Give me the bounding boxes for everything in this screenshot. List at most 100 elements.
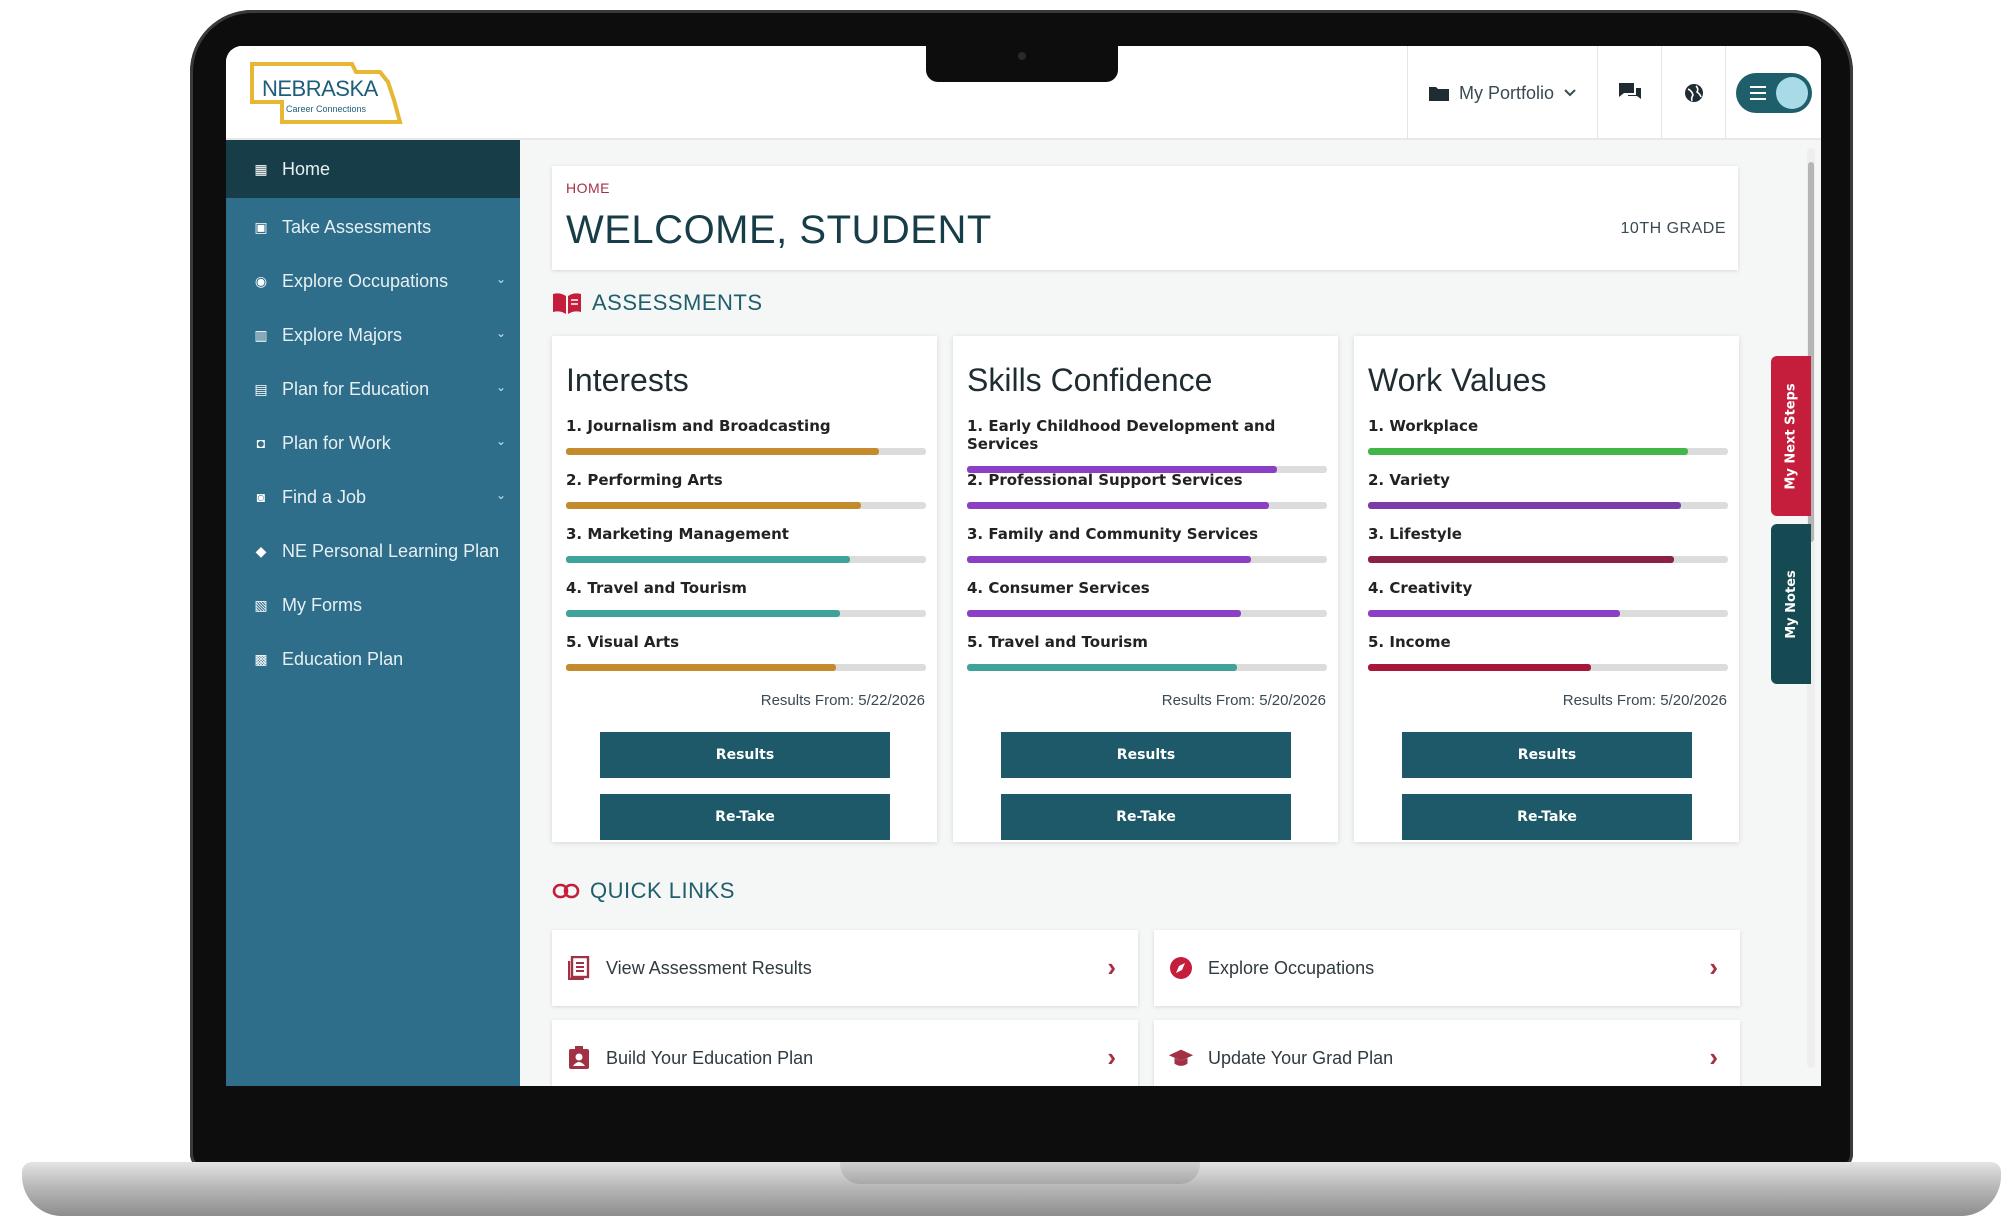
logo-text: NEBRASKA <box>262 76 378 101</box>
link-icon <box>552 883 580 899</box>
sidebar-item-take-assessments[interactable]: ▣ Take Assessments <box>226 200 520 254</box>
results-date: Results From: 5/22/2026 <box>760 692 925 709</box>
card-title: Skills Confidence <box>967 362 1213 398</box>
quick-link-build-education-plan[interactable]: Build Your Education Plan › <box>552 1020 1138 1086</box>
screen: NEBRASKA Career Connections My Portfolio <box>226 46 1821 1086</box>
rank-row: 2. Professional Support Services <box>967 471 1327 525</box>
progress-fill <box>566 664 836 671</box>
sidebar-item-label: Take Assessments <box>282 216 432 237</box>
my-notes-tab[interactable]: My Notes <box>1771 524 1811 684</box>
sidebar-item-find-a-job[interactable]: ◙ Find a Job ⌄ <box>226 470 520 524</box>
assessment-cards: Interests 1. Journalism and Broadcasting… <box>552 336 1740 842</box>
assessment-card-skills-confidence: Skills Confidence 1. Early Childhood Dev… <box>953 336 1338 842</box>
card-title: Work Values <box>1368 362 1547 398</box>
rank-label: 5. Travel and Tourism <box>967 633 1148 651</box>
sidebar-item-label: NE Personal Learning Plan <box>282 540 500 561</box>
rank-label: 5. Visual Arts <box>566 633 680 651</box>
sidebar-item-label: Find a Job <box>282 486 367 507</box>
rank-label: 4. Creativity <box>1368 579 1473 597</box>
messages-button[interactable] <box>1597 46 1661 140</box>
camera-notch <box>926 46 1118 82</box>
home-icon: ▦ <box>254 160 268 177</box>
assessment-card-interests: Interests 1. Journalism and Broadcasting… <box>552 336 937 842</box>
my-notes-label: My Notes <box>1783 569 1799 639</box>
welcome-card: HOME WELCOME, STUDENT 10TH GRADE <box>552 166 1738 270</box>
portfolio-menu[interactable]: My Portfolio <box>1407 46 1597 140</box>
progress-fill <box>566 556 851 563</box>
retake-button[interactable]: Re-Take <box>1001 794 1291 840</box>
chevron-right-icon: › <box>1709 952 1718 982</box>
compass-icon <box>1168 955 1194 981</box>
sidebar-item-explore-majors[interactable]: ▥ Explore Majors ⌄ <box>226 308 520 362</box>
sidebar-item-label: Plan for Education <box>282 378 430 399</box>
my-next-steps-label: My Next Steps <box>1783 382 1799 490</box>
rank-label: 2. Professional Support Services <box>967 471 1243 489</box>
briefcase-icon: ◘ <box>256 435 266 451</box>
sidebar-item-label: Home <box>282 158 331 179</box>
progress-track <box>566 664 926 671</box>
sidebar-item-plan-for-work[interactable]: ◘ Plan for Work ⌄ <box>226 416 520 470</box>
nebraska-logo[interactable]: NEBRASKA Career Connections <box>248 58 410 128</box>
toolbox-icon: ◙ <box>256 489 266 505</box>
rank-row: 5. Visual Arts <box>566 633 926 687</box>
results-button[interactable]: Results <box>1001 732 1291 778</box>
chevron-down-icon: ⌄ <box>495 272 506 286</box>
logo-subtext: Career Connections <box>286 104 367 114</box>
progress-track <box>566 502 926 509</box>
sidebar-item-label: Explore Majors <box>282 324 403 345</box>
progress-fill <box>967 502 1270 509</box>
retake-button[interactable]: Re-Take <box>600 794 890 840</box>
grade-label: 10TH GRADE <box>1620 220 1726 237</box>
rank-label: 1. Workplace <box>1368 417 1479 435</box>
document-list-icon <box>566 955 592 981</box>
quick-link-label: Explore Occupations <box>1208 957 1375 978</box>
rank-row: 3. Family and Community Services <box>967 525 1327 579</box>
progress-track <box>566 610 926 617</box>
sidebar: ▦ Home ▣ Take Assessments ◉ Explore Occu… <box>226 140 520 1086</box>
results-button[interactable]: Results <box>600 732 890 778</box>
progress-fill <box>1368 610 1620 617</box>
my-next-steps-tab[interactable]: My Next Steps <box>1771 356 1811 516</box>
results-button[interactable]: Results <box>1402 732 1692 778</box>
quick-link-update-grad-plan[interactable]: Update Your Grad Plan › <box>1154 1020 1740 1086</box>
progress-fill <box>566 448 880 455</box>
sidebar-item-education-plan[interactable]: ▩ Education Plan <box>226 632 520 686</box>
retake-button[interactable]: Re-Take <box>1402 794 1692 840</box>
sidebar-item-plan-for-education[interactable]: ▤ Plan for Education ⌄ <box>226 362 520 416</box>
progress-fill <box>967 610 1241 617</box>
rank-row: 3. Marketing Management <box>566 525 926 579</box>
quick-link-view-assessment-results[interactable]: View Assessment Results › <box>552 930 1138 1006</box>
folder-icon <box>1428 87 1449 101</box>
progress-track <box>1368 502 1728 509</box>
sidebar-item-explore-occupations[interactable]: ◉ Explore Occupations ⌄ <box>226 254 520 308</box>
sidebar-item-label: Plan for Work <box>282 432 391 453</box>
rank-row: 4. Consumer Services <box>967 579 1327 633</box>
rank-label: 1. Journalism and Broadcasting <box>566 417 831 435</box>
quick-link-label: Build Your Education Plan <box>606 1047 814 1068</box>
graduation-cap-icon: ◆ <box>255 542 267 559</box>
progress-fill <box>566 610 840 617</box>
toggle-switch[interactable] <box>1735 73 1812 113</box>
chevron-down-icon <box>1564 89 1576 97</box>
sidebar-item-ne-personal-learning-plan[interactable]: ◆ NE Personal Learning Plan <box>226 524 520 578</box>
assessment-card-work-values: Work Values 1. Workplace 2. Variety 3. L… <box>1354 336 1739 842</box>
sidebar-toggle[interactable] <box>1725 46 1821 140</box>
rank-label: 2. Variety <box>1368 471 1450 489</box>
toggle-knob <box>1775 77 1808 109</box>
id-badge-icon: ▤ <box>254 380 268 397</box>
rank-row: 2. Variety <box>1368 471 1728 525</box>
progress-fill <box>566 502 862 509</box>
assessments-heading: ASSESSMENTS <box>552 290 763 316</box>
sidebar-item-my-forms[interactable]: ▧ My Forms <box>226 578 520 632</box>
progress-track <box>967 610 1327 617</box>
chat-icon <box>1618 83 1641 99</box>
language-button[interactable] <box>1661 46 1725 140</box>
breadcrumb[interactable]: HOME <box>566 180 610 196</box>
top-bar-actions: My Portfolio <box>1407 46 1821 140</box>
sidebar-item-home[interactable]: ▦ Home <box>226 140 520 198</box>
rank-row: 2. Performing Arts <box>566 471 926 525</box>
quick-link-explore-occupations[interactable]: Explore Occupations › <box>1154 930 1740 1006</box>
clipboard-icon: ▣ <box>254 218 268 235</box>
rank-row: 1. Early Childhood Development and Servi… <box>967 417 1327 473</box>
results-date: Results From: 5/20/2026 <box>1562 692 1727 709</box>
